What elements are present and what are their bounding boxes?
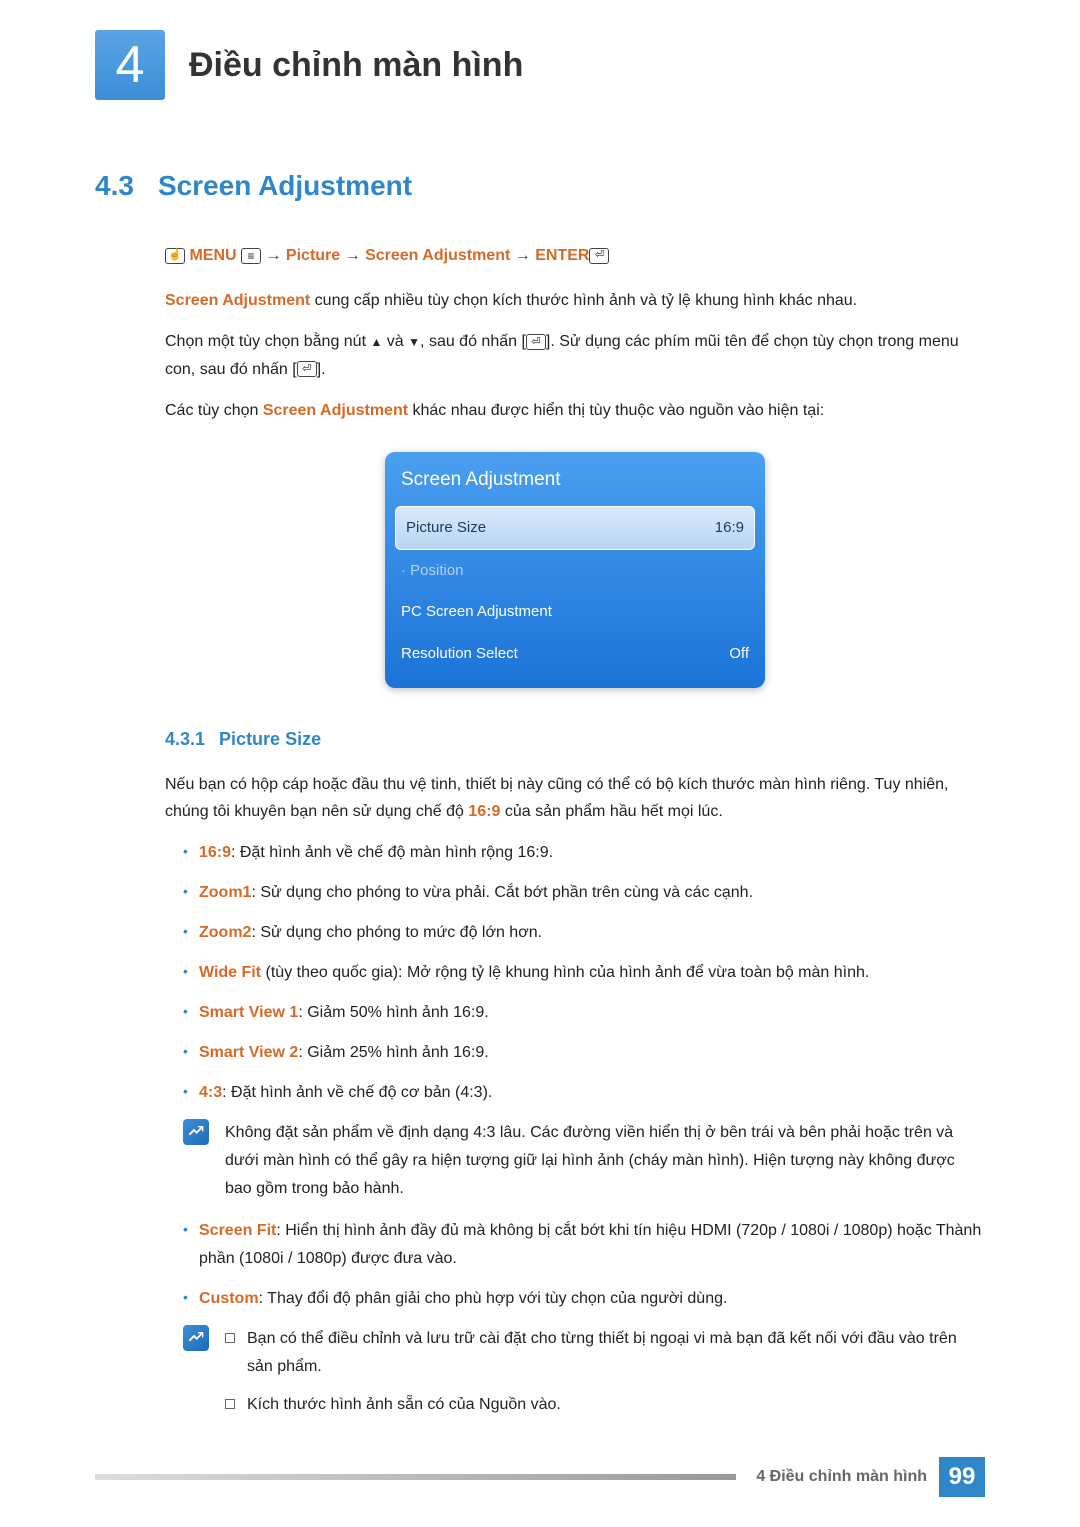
section-title: Screen Adjustment [158,170,412,202]
nav-menu: MENU [189,247,236,264]
up-arrow-icon: ▲ [370,335,382,349]
term: Zoom1 [199,884,251,901]
text: cung cấp nhiều tùy chọn kích thước hình … [310,292,857,309]
bullet-list: Screen Fit: Hiển thị hình ảnh đầy đủ mà … [165,1217,985,1313]
osd-value: Off [729,641,749,667]
osd-title: Screen Adjustment [385,452,765,506]
subsection-title: Picture Size [219,724,321,755]
arrow-icon: → [265,247,281,264]
term: Screen Adjustment [165,292,310,309]
list-item: Wide Fit (tùy theo quốc gia): Mở rộng tỷ… [183,959,985,987]
list-item: Zoom1: Sử dụng cho phóng to vừa phải. Cắ… [183,879,985,907]
footer-label: 4 Điều chỉnh màn hình [736,1468,939,1486]
text: khác nhau được hiển thị tùy thuộc vào ng… [408,402,824,419]
text: và [382,333,408,350]
text: của sản phẩm hầu hết mọi lúc. [500,803,722,820]
osd-label: PC Screen Adjustment [401,599,552,625]
osd-label: Resolution Select [401,641,518,667]
section-number: 4.3 [95,170,134,202]
text: : Giảm 25% hình ảnh 16:9. [298,1044,488,1061]
text: Chọn một tùy chọn bằng nút [165,333,370,350]
text: : Đặt hình ảnh về chế độ màn hình rộng 1… [231,844,553,861]
arrow-icon: → [515,247,531,264]
page-number: 99 [939,1457,985,1497]
list-item: 4:3: Đặt hình ảnh về chế độ cơ bản (4:3)… [183,1079,985,1107]
menu-path: MENU → Picture → Screen Adjustment → ENT… [165,242,985,269]
osd-label: Picture Size [406,515,486,541]
list-item: Zoom2: Sử dụng cho phóng to mức độ lớn h… [183,919,985,947]
arrow-icon: → [345,247,361,264]
note-icon [183,1119,209,1145]
text: , sau đó nhấn [ [420,333,526,350]
list-item: Smart View 2: Giảm 25% hình ảnh 16:9. [183,1039,985,1067]
list-item: Bạn có thể điều chỉnh và lưu trữ cài đặt… [225,1325,985,1381]
enter-icon [589,248,609,264]
term: Custom [199,1290,259,1307]
paragraph: Chọn một tùy chọn bằng nút ▲ và ▼, sau đ… [165,328,985,382]
osd-row-resolution-select[interactable]: Resolution Select Off [385,633,765,675]
text: : Đặt hình ảnh về chế độ cơ bản (4:3). [222,1084,492,1101]
list-item: Kích thước hình ảnh sẵn có của Nguồn vào… [225,1391,985,1419]
text: : Giảm 50% hình ảnh 16:9. [298,1004,488,1021]
term: Wide Fit [199,964,261,981]
sub-list: Bạn có thể điều chỉnh và lưu trữ cài đặt… [225,1325,985,1419]
nav-picture: Picture [286,247,340,264]
term: Smart View 1 [199,1004,298,1021]
footer-bar [95,1474,736,1480]
down-arrow-icon: ▼ [408,335,420,349]
note-block: Không đặt sản phẩm về định dạng 4:3 lâu.… [183,1119,985,1203]
text: : Sử dụng cho phóng to mức độ lớn hơn. [251,924,542,941]
osd-row-pc-adjustment[interactable]: PC Screen Adjustment [385,591,765,633]
chapter-header: 4 Điều chỉnh màn hình [95,30,985,100]
paragraph: Các tùy chọn Screen Adjustment khác nhau… [165,397,985,424]
hand-icon [165,248,185,264]
text: ]. [317,361,326,378]
term: Screen Fit [199,1222,276,1239]
page-footer: 4 Điều chỉnh màn hình 99 [95,1457,985,1497]
note-body: Bạn có thể điều chỉnh và lưu trữ cài đặt… [225,1325,985,1429]
chapter-number-box: 4 [95,30,165,100]
enter-icon [526,334,546,350]
term: Zoom2 [199,924,251,941]
enter-icon [297,361,317,377]
paragraph: Screen Adjustment cung cấp nhiều tùy chọ… [165,287,985,314]
chapter-title: Điều chỉnh màn hình [189,46,523,85]
note-text: Không đặt sản phẩm về định dạng 4:3 lâu.… [225,1119,985,1203]
list-item: Screen Fit: Hiển thị hình ảnh đầy đủ mà … [183,1217,985,1273]
note-icon [183,1325,209,1351]
term: 16:9 [199,844,231,861]
text: Các tùy chọn [165,402,263,419]
term: 16:9 [468,803,500,820]
text: : Thay đổi độ phân giải cho phù hợp với … [259,1290,728,1307]
paragraph: Nếu bạn có hộp cáp hoặc đầu thu vệ tinh,… [165,771,985,825]
text: : Sử dụng cho phóng to vừa phải. Cắt bớt… [251,884,753,901]
list-item: 16:9: Đặt hình ảnh về chế độ màn hình rộ… [183,839,985,867]
menu-icon [241,248,261,264]
term: Smart View 2 [199,1044,298,1061]
nav-enter: ENTER [535,247,589,264]
bullet-list: 16:9: Đặt hình ảnh về chế độ màn hình rộ… [165,839,985,1107]
list-item: Smart View 1: Giảm 50% hình ảnh 16:9. [183,999,985,1027]
list-item: Custom: Thay đổi độ phân giải cho phù hợ… [183,1285,985,1313]
subsection-number: 4.3.1 [165,724,205,755]
term: 4:3 [199,1084,222,1101]
text: : Hiển thị hình ảnh đầy đủ mà không bị c… [199,1222,981,1267]
nav-screen-adj: Screen Adjustment [365,247,510,264]
term: Screen Adjustment [263,402,408,419]
text: (tùy theo quốc gia): Mở rộng tỷ lệ khung… [261,964,869,981]
osd-value: 16:9 [715,515,744,541]
subsection-heading: 4.3.1 Picture Size [165,724,985,755]
osd-row-picture-size[interactable]: Picture Size 16:9 [395,506,755,550]
section-heading: 4.3 Screen Adjustment [95,170,985,202]
osd-label: · Position [401,558,464,584]
note-block: Bạn có thể điều chỉnh và lưu trữ cài đặt… [183,1325,985,1429]
osd-row-position[interactable]: · Position [385,550,765,592]
osd-panel: Screen Adjustment Picture Size 16:9 · Po… [385,452,765,688]
